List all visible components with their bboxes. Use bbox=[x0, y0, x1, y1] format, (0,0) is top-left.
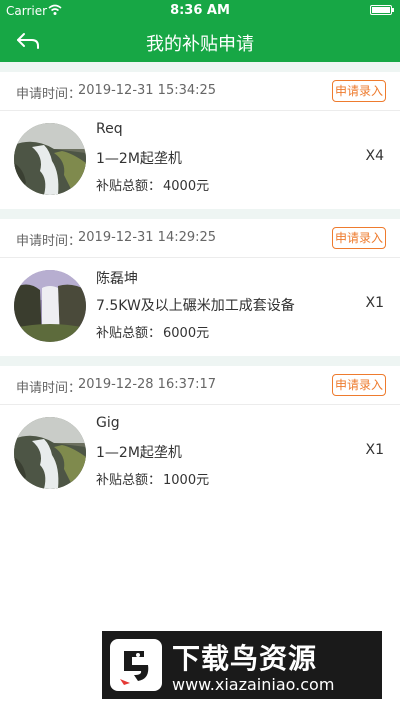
watermark-url: www.xiazainiao.com bbox=[172, 675, 335, 694]
time-value: 2019-12-31 15:34:25 bbox=[78, 83, 217, 98]
card-body: Req 1—2M起垄机 X4 补贴总额： 4000元 bbox=[0, 111, 400, 209]
section-gap bbox=[0, 62, 400, 72]
avatar-cliff-waterfall-image bbox=[14, 270, 86, 342]
page-title: 我的补贴申请 bbox=[146, 34, 254, 55]
subsidy-total: 补贴总额： 6000元 bbox=[96, 322, 209, 341]
product-quantity: X1 bbox=[365, 295, 385, 311]
subsidy-total-amount: 6000元 bbox=[163, 326, 210, 341]
watermark-text: 下载鸟资源 bbox=[172, 642, 318, 675]
time-value: 2019-12-28 16:37:17 bbox=[78, 377, 217, 392]
watermark-banner: 下载鸟资源 www.xiazainiao.com bbox=[102, 631, 382, 699]
card-header: 申请时间： 2019-12-28 16:37:17 申请录入 bbox=[0, 366, 400, 405]
apply-entry-button[interactable]: 申请录入 bbox=[331, 80, 386, 102]
nav-bar: 我的补贴申请 bbox=[0, 22, 400, 62]
apply-entry-button[interactable]: 申请录入 bbox=[331, 227, 386, 249]
card-header: 申请时间： 2019-12-31 15:34:25 申请录入 bbox=[0, 72, 400, 111]
product-name: 7.5KW及以上碾米加工成套设备 bbox=[96, 298, 295, 314]
section-gap bbox=[0, 356, 400, 366]
application-list: 申请时间： 2019-12-31 15:34:25 申请录入 Req 1—2M起… bbox=[0, 62, 400, 503]
time-value: 2019-12-31 14:29:25 bbox=[78, 230, 217, 245]
card-body: Gig 1—2M起垄机 X1 补贴总额： 1000元 bbox=[0, 405, 400, 503]
product-quantity: X1 bbox=[365, 442, 385, 458]
status-time: 8:36 AM bbox=[170, 3, 230, 18]
time-label: 申请时间： bbox=[16, 381, 82, 396]
avatar-waterfall-image bbox=[14, 417, 86, 489]
avatar-waterfall-image bbox=[14, 123, 86, 195]
apply-entry-button[interactable]: 申请录入 bbox=[331, 374, 386, 396]
card-body: 陈磊坤 7.5KW及以上碾米加工成套设备 X1 补贴总额： 6000元 bbox=[0, 258, 400, 356]
subsidy-total-amount: 1000元 bbox=[163, 473, 210, 488]
product-name: 1—2M起垄机 bbox=[96, 445, 182, 461]
application-card[interactable]: 申请时间： 2019-12-28 16:37:17 申请录入 Gig 1—2M起… bbox=[0, 366, 400, 503]
application-card[interactable]: 申请时间： 2019-12-31 14:29:25 申请录入 陈磊坤 7.5KW… bbox=[0, 219, 400, 356]
status-bar: Carrier 8:36 AM bbox=[0, 0, 400, 22]
subsidy-total-label: 补贴总额： bbox=[96, 179, 162, 194]
product-quantity: X4 bbox=[365, 148, 385, 164]
subsidy-total: 补贴总额： 1000元 bbox=[96, 469, 209, 488]
card-header: 申请时间： 2019-12-31 14:29:25 申请录入 bbox=[0, 219, 400, 258]
subsidy-total-label: 补贴总额： bbox=[96, 473, 162, 488]
applicant-name: Gig bbox=[96, 415, 120, 431]
section-gap bbox=[0, 209, 400, 219]
applicant-name: 陈磊坤 bbox=[96, 271, 138, 287]
subsidy-total-label: 补贴总额： bbox=[96, 326, 162, 341]
time-label: 申请时间： bbox=[16, 87, 82, 102]
application-card[interactable]: 申请时间： 2019-12-31 15:34:25 申请录入 Req 1—2M起… bbox=[0, 72, 400, 209]
bird-logo-icon bbox=[110, 639, 162, 691]
product-name: 1—2M起垄机 bbox=[96, 151, 182, 167]
subsidy-total-amount: 4000元 bbox=[163, 179, 210, 194]
subsidy-total: 补贴总额： 4000元 bbox=[96, 175, 209, 194]
applicant-name: Req bbox=[96, 121, 123, 137]
battery-icon bbox=[370, 5, 394, 15]
time-label: 申请时间： bbox=[16, 234, 82, 249]
